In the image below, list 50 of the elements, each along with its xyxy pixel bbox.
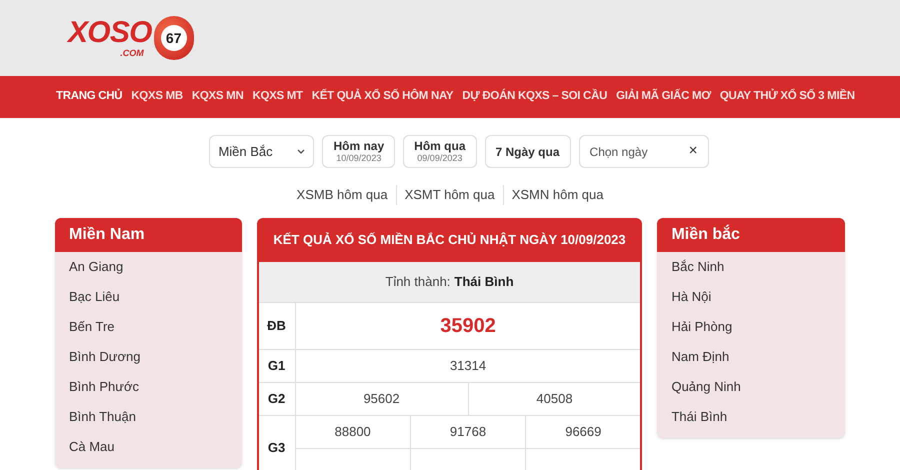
province-link[interactable]: Bạc Liêu xyxy=(55,282,242,312)
province-link[interactable]: Cà Mau xyxy=(55,432,242,462)
prize-number: 96669 xyxy=(525,416,640,448)
region-select[interactable]: Miền Bắc xyxy=(209,135,314,168)
nav-link[interactable]: KẾT QUẢ XỔ SỐ HÔM NAY xyxy=(312,88,454,106)
prize-number: 35902 xyxy=(439,314,497,339)
nav-link[interactable]: KQXS MN xyxy=(192,88,244,106)
clear-icon[interactable]: × xyxy=(688,140,698,163)
quick-link[interactable]: XSMN hôm qua xyxy=(502,185,612,205)
logo-number: 67 xyxy=(160,25,187,51)
province-link[interactable]: An Giang xyxy=(55,252,242,282)
date-button[interactable]: Hôm nay 10/09/2023 xyxy=(322,135,396,168)
nav-link[interactable]: TRANG CHỦ xyxy=(56,88,122,106)
nav-link[interactable]: KQXS MT xyxy=(252,88,303,106)
province-link[interactable]: Hà Nội xyxy=(657,282,845,312)
province-link[interactable]: Bến Tre xyxy=(55,312,242,342)
date-button[interactable]: 7 Ngày qua xyxy=(484,135,571,168)
quick-link[interactable]: XSMB hôm qua xyxy=(288,185,396,205)
date-button[interactable]: Hôm qua 09/09/2023 xyxy=(403,135,476,168)
province-link[interactable]: Thái Bình xyxy=(657,402,845,432)
prize-number: 91768 xyxy=(410,416,526,448)
nav-link[interactable]: QUAY THỬ XỔ SỐ 3 MIỀN xyxy=(720,88,855,106)
province-link[interactable]: Bình Phước xyxy=(55,372,242,402)
panel-title: Miền bắc xyxy=(657,218,845,252)
prize-number: 40508 xyxy=(468,383,640,415)
province-label: Tỉnh thành: xyxy=(385,273,450,292)
province-link[interactable]: Bắc Ninh xyxy=(657,252,845,282)
date-picker-field[interactable]: Chọn ngày × xyxy=(578,135,709,168)
panel-title: Miền Nam xyxy=(55,218,242,252)
quick-link[interactable]: XSMT hôm qua xyxy=(396,185,503,205)
prize-label: G1 xyxy=(258,350,296,382)
chevron-down-icon xyxy=(297,149,306,154)
prize-number: 31314 xyxy=(448,357,488,376)
province-link[interactable]: Bình Dương xyxy=(55,342,242,372)
prize-label: ĐB xyxy=(258,303,296,349)
results-title: KẾT QUẢ XỔ SỐ MIỀN BẮC CHỦ NHẬT NGÀY 10/09/2023 xyxy=(272,231,627,250)
logo-domain: .COM xyxy=(120,48,144,58)
nav-link[interactable]: DỰ ĐOÁN KQXS – SOI CẦU xyxy=(462,88,608,106)
province-link[interactable]: Bình Thuận xyxy=(55,402,242,432)
prize-number: 88800 xyxy=(334,423,372,442)
province-link[interactable]: Nam Định xyxy=(657,342,845,372)
prize-label: G3 xyxy=(258,416,296,470)
nav-link[interactable]: GIẢI MÃ GIẤC MƠ xyxy=(616,88,711,106)
prize-number: 95602 xyxy=(362,390,401,408)
province-link[interactable]: Hải Phòng xyxy=(657,312,845,342)
nav-link[interactable]: KQXS MB xyxy=(131,88,183,106)
logo-text[interactable]: XOSO xyxy=(68,18,152,48)
province-link[interactable]: Quảng Ninh xyxy=(657,372,845,402)
province-name: Thái Bình xyxy=(454,273,514,292)
prize-label: G2 xyxy=(258,383,296,415)
